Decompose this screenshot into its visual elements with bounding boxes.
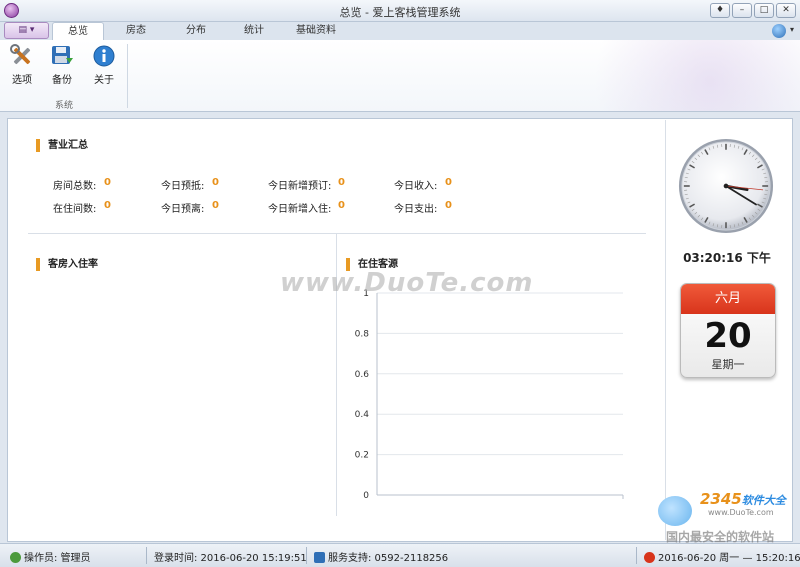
total-rooms-value: 0 [104,177,111,188]
total-rooms-label: 房间总数: [53,181,97,192]
new-checkins-label: 今日新增入住: [268,204,332,215]
today-arrivals-value: 0 [212,177,219,188]
user-icon [10,552,21,563]
status-separator [306,547,307,564]
side-divider [665,120,666,540]
today-departures-value: 0 [212,200,219,211]
backup-button[interactable]: 备份 [46,44,78,86]
window-controls: ♦ – □ ✕ [710,3,796,18]
y-tick-label: 0.6 [355,370,370,380]
summary-title: 营业汇总 [36,139,88,152]
tab-distribution[interactable]: 分布 [172,22,220,40]
about-label: 关于 [94,75,114,86]
tools-icon [10,44,31,65]
calendar-weekday: 星期一 [711,358,745,371]
y-tick-label: 0.2 [355,451,369,461]
status-separator [146,547,147,564]
ribbon-decoration [580,40,800,111]
tab-basic-data[interactable]: 基础资料 [288,22,344,40]
alarm-clock-icon [644,552,655,563]
status-support: 服务支持: 0592-2118256 [314,549,448,564]
status-separator [636,547,637,564]
window-title: 总览 - 爱上客栈管理系统 [339,6,461,19]
calendar-widget: 六月 20 星期一 [680,283,776,378]
watermark-logo-sub: 软件大全 [741,494,786,507]
analog-clock [678,138,774,234]
new-bookings-value: 0 [338,177,345,188]
maximize-button[interactable]: □ [754,3,774,18]
about-button[interactable]: 关于 [88,44,120,86]
watermark-logo-main: 2345 [700,490,742,508]
calendar-day: 20 [704,316,752,356]
today-income-label: 今日收入: [394,181,438,192]
info-icon [93,45,115,67]
summary-divider [28,233,646,234]
watermark-logo: 2345软件大全 www.DuoTe.com 国内最安全的软件站 [656,488,796,546]
close-button[interactable]: ✕ [776,3,796,18]
y-tick-label: 0.8 [355,329,370,339]
status-bar: 操作员: 管理员 登录时间: 2016-06-20 15:19:51 服务支持:… [0,543,800,567]
y-tick-label: 0 [363,491,369,501]
phone-icon [314,552,325,563]
status-datetime: 2016-06-20 周一 — 15:20:16 [644,549,800,564]
tab-statistics[interactable]: 统计 [230,22,278,40]
watermark-text: www.DuoTe.com [280,268,534,298]
ribbon: 选项 备份 关于 系统 [0,40,800,112]
status-datetime-text: 2016-06-20 周一 — 15:20:16 [658,553,800,564]
new-checkins-value: 0 [338,200,345,211]
today-expense-value: 0 [445,200,452,211]
status-login-time: 登录时间: 2016-06-20 15:19:51 [154,553,307,564]
status-operator-text: 操作员: 管理员 [24,553,91,564]
minimize-button[interactable]: – [732,3,752,18]
time-display: 03:20:16 下午 [683,251,771,265]
chevron-down-icon[interactable]: ▾ [790,25,794,34]
tab-overview[interactable]: 总览 [52,22,104,41]
today-departures-label: 今日预离: [161,204,205,215]
mascot-icon [658,496,692,526]
today-arrivals-label: 今日预抵: [161,181,205,192]
options-button[interactable]: 选项 [6,44,38,86]
occupied-rooms-value: 0 [104,200,111,211]
y-tick-label: 0.4 [355,410,370,420]
app-menu-button[interactable]: ▤ ▾ [4,22,49,39]
backup-icon [52,46,73,64]
calendar-month: 六月 [681,284,775,314]
ribbon-tab-row: ▤ ▾ 总览 房态 分布 统计 基础资料 ▾ [0,22,800,41]
skin-icon[interactable]: ♦ [710,3,730,18]
title-bar: 总览 - 爱上客栈管理系统 ♦ – □ ✕ [0,0,800,22]
help-icon[interactable] [772,24,786,38]
occupied-rooms-label: 在住间数: [53,204,97,215]
tab-room-status[interactable]: 房态 [112,22,160,40]
ribbon-group-label: 系统 [54,101,73,111]
backup-label: 备份 [52,75,72,86]
today-income-value: 0 [445,177,452,188]
status-support-text: 服务支持: 0592-2118256 [328,553,449,564]
status-operator: 操作员: 管理员 [10,549,91,564]
guest-source-chart: 00.20.40.60.81 [355,289,624,501]
new-bookings-label: 今日新增预订: [268,181,332,192]
today-expense-label: 今日支出: [394,204,438,215]
watermark-logo-text: 2345软件大全 [700,490,786,508]
options-label: 选项 [12,75,32,86]
watermark-url: www.DuoTe.com [708,508,774,517]
occupancy-title: 客房入住率 [36,258,98,271]
